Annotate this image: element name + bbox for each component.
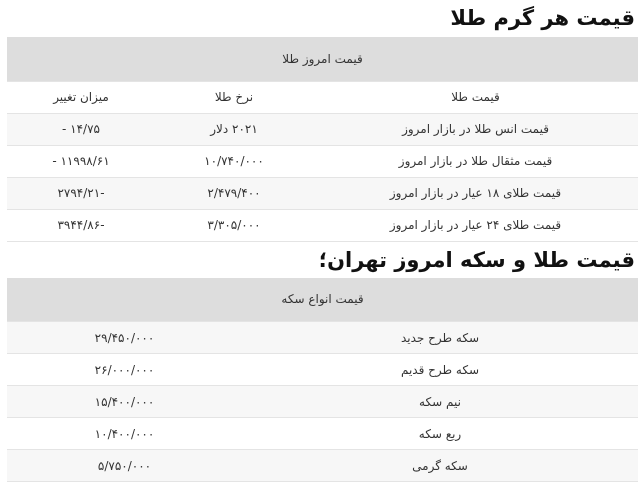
table-row: قیمت طلای ۱۸ عیار در بازار امروز ۲/۴۷۹/۴… <box>7 177 638 210</box>
item-name: قیمت طلای ۲۴ عیار در بازار امروز <box>313 209 638 242</box>
table-header-row: قیمت طلا نرخ طلا میزان تغییر <box>7 81 638 114</box>
item-change: -۳۹۴۴/۸۶ <box>7 209 155 242</box>
table-row: سکه طرح جدید ۲۹/۴۵۰/۰۰۰ <box>7 321 638 354</box>
article-content: قیمت هر گرم طلا قیمت امروز طلا قیمت طلا … <box>0 3 643 482</box>
coin-price: ۵/۷۵۰/۰۰۰ <box>7 449 242 482</box>
table-caption-row: قیمت انواع سکه <box>7 277 638 322</box>
item-change: -۲۷۹۴/۲۱ <box>7 177 155 210</box>
table-caption: قیمت امروز طلا <box>7 37 638 82</box>
table-caption-row: قیمت امروز طلا <box>7 37 638 82</box>
table-row: قیمت طلای ۲۴ عیار در بازار امروز ۳/۳۰۵/۰… <box>7 209 638 242</box>
item-rate: ۳/۳۰۵/۰۰۰ <box>155 209 313 242</box>
item-name: قیمت طلای ۱۸ عیار در بازار امروز <box>313 177 638 210</box>
item-rate: ۲/۴۷۹/۴۰۰ <box>155 177 313 210</box>
item-change: ۱۴/۷۵ - <box>7 113 155 146</box>
table-caption: قیمت انواع سکه <box>7 277 638 322</box>
coin-price: ۱۵/۴۰۰/۰۰۰ <box>7 385 242 418</box>
item-rate: ۲۰۲۱ دلار <box>155 113 313 146</box>
coin-price: ۲۶/۰۰۰/۰۰۰ <box>7 353 242 386</box>
coin-name: نیم سکه <box>242 385 638 418</box>
table-row: نیم سکه ۱۵/۴۰۰/۰۰۰ <box>7 385 638 418</box>
item-rate: ۱۰/۷۴۰/۰۰۰ <box>155 145 313 178</box>
column-header-change: میزان تغییر <box>7 81 155 114</box>
item-name: قیمت مثقال طلا در بازار امروز <box>313 145 638 178</box>
table-row: سکه طرح قدیم ۲۶/۰۰۰/۰۰۰ <box>7 353 638 386</box>
table-row: سکه گرمی ۵/۷۵۰/۰۰۰ <box>7 449 638 482</box>
item-name: قیمت انس طلا در بازار امروز <box>313 113 638 146</box>
coin-price: ۲۹/۴۵۰/۰۰۰ <box>7 321 242 354</box>
gold-gram-price-heading: قیمت هر گرم طلا <box>450 6 635 30</box>
gold-price-table: قیمت امروز طلا قیمت طلا نرخ طلا میزان تغ… <box>7 37 638 242</box>
item-change: ۱۱۹۹۸/۶۱ - <box>7 145 155 178</box>
table-row: ربع سکه ۱۰/۴۰۰/۰۰۰ <box>7 417 638 450</box>
coin-name: سکه طرح جدید <box>242 321 638 354</box>
coin-name: سکه گرمی <box>242 449 638 482</box>
table-row: قیمت انس طلا در بازار امروز ۲۰۲۱ دلار ۱۴… <box>7 113 638 146</box>
tehran-gold-coin-heading: قیمت طلا و سکه امروز تهران؛ <box>318 247 635 272</box>
table-row: قیمت مثقال طلا در بازار امروز ۱۰/۷۴۰/۰۰۰… <box>7 145 638 178</box>
coin-name: ربع سکه <box>242 417 638 450</box>
column-header-gold-price: قیمت طلا <box>313 81 638 114</box>
coin-price-table: قیمت انواع سکه سکه طرح جدید ۲۹/۴۵۰/۰۰۰ س… <box>7 277 638 482</box>
coin-price: ۱۰/۴۰۰/۰۰۰ <box>7 417 242 450</box>
column-header-gold-rate: نرخ طلا <box>155 81 313 114</box>
coin-name: سکه طرح قدیم <box>242 353 638 386</box>
